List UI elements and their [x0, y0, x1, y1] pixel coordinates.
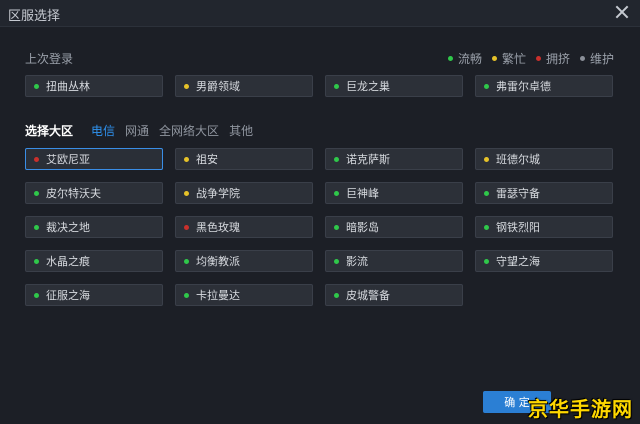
recent-server-item[interactable]: 巨龙之巢 [325, 75, 463, 97]
server-item[interactable]: 诺克萨斯 [325, 148, 463, 170]
status-dot-icon [484, 83, 489, 89]
status-dot-icon [34, 258, 39, 264]
status-dot-icon [34, 292, 39, 298]
legend-label: 流畅 [457, 52, 482, 66]
server-item[interactable]: 班德尔城 [475, 148, 613, 170]
status-dot-icon [484, 224, 489, 230]
legend-label: 繁忙 [501, 52, 526, 66]
legend-item-maintenance: 维护 [579, 50, 614, 67]
server-item[interactable]: 雷瑟守备 [475, 182, 613, 204]
legend-item-smooth: 流畅 [447, 50, 482, 67]
tab-all-network[interactable]: 全网络大区 [159, 122, 219, 139]
legend-label: 维护 [589, 52, 614, 66]
recent-server-item[interactable]: 男爵领域 [175, 75, 313, 97]
region-heading: 选择大区 [25, 124, 74, 138]
region-tabs: 选择大区 电信 网通 全网络大区 其他 [25, 122, 253, 139]
legend-label: 拥挤 [545, 52, 570, 66]
server-name: 雷瑟守备 [496, 187, 540, 200]
server-item[interactable]: 裁决之地 [25, 216, 163, 238]
status-dot-icon [184, 224, 189, 230]
server-item[interactable]: 皮城警备 [325, 284, 463, 306]
server-item[interactable]: 影流 [325, 250, 463, 272]
server-name: 裁决之地 [46, 221, 90, 234]
status-dot-icon [334, 292, 339, 298]
status-dot-icon [484, 258, 489, 264]
status-dot-icon [184, 190, 189, 196]
legend-item-busy: 繁忙 [491, 50, 526, 67]
status-dot-icon [34, 224, 39, 230]
server-item[interactable]: 巨神峰 [325, 182, 463, 204]
status-dot-icon [334, 83, 339, 89]
watermark-logo: 京华手游网 [528, 397, 633, 421]
server-name: 巨神峰 [346, 187, 379, 200]
server-name: 弗雷尔卓德 [496, 80, 551, 93]
server-name: 扭曲丛林 [46, 80, 90, 93]
status-dot-icon [334, 190, 339, 196]
server-item[interactable]: 均衡教派 [175, 250, 313, 272]
server-item[interactable]: 水晶之痕 [25, 250, 163, 272]
server-name: 祖安 [196, 153, 218, 166]
tab-netcom[interactable]: 网通 [125, 122, 149, 139]
status-dot-icon [334, 156, 339, 162]
server-name: 均衡教派 [196, 255, 240, 268]
server-item[interactable]: 钢铁烈阳 [475, 216, 613, 238]
status-dot-icon [34, 190, 39, 196]
server-name: 水晶之痕 [46, 255, 90, 268]
server-name: 巨龙之巢 [346, 80, 390, 93]
status-dot-icon [184, 258, 189, 264]
server-name: 守望之海 [496, 255, 540, 268]
server-name: 钢铁烈阳 [496, 221, 540, 234]
recent-server-item[interactable]: 扭曲丛林 [25, 75, 163, 97]
status-dot-icon [447, 56, 453, 61]
server-item[interactable]: 皮尔特沃夫 [25, 182, 163, 204]
status-dot-icon [184, 156, 189, 162]
server-name: 黑色玫瑰 [196, 221, 240, 234]
server-name: 影流 [346, 255, 368, 268]
tab-other[interactable]: 其他 [229, 122, 253, 139]
server-item[interactable]: 战争学院 [175, 182, 313, 204]
status-dot-icon [184, 292, 189, 298]
server-name: 皮城警备 [346, 289, 390, 302]
status-dot-icon [34, 83, 39, 89]
legend-item-crowded: 拥挤 [535, 50, 570, 67]
status-dot-icon [491, 56, 497, 61]
server-name: 班德尔城 [496, 153, 540, 166]
server-item[interactable]: 祖安 [175, 148, 313, 170]
status-dot-icon [334, 258, 339, 264]
close-icon[interactable] [614, 4, 630, 20]
tab-telecom[interactable]: 电信 [91, 122, 115, 139]
server-name: 诺克萨斯 [346, 153, 390, 166]
window-title: 区服选择 [8, 9, 61, 24]
status-dot-icon [184, 83, 189, 89]
server-item[interactable]: 守望之海 [475, 250, 613, 272]
server-name: 皮尔特沃夫 [46, 187, 101, 200]
status-dot-icon [334, 224, 339, 230]
status-dot-icon [535, 56, 541, 61]
status-dot-icon [579, 56, 585, 61]
status-dot-icon [484, 190, 489, 196]
status-dot-icon [484, 156, 489, 162]
server-item[interactable]: 黑色玫瑰 [175, 216, 313, 238]
recent-login-label: 上次登录 [25, 52, 74, 66]
server-item[interactable]: 艾欧尼亚 [25, 148, 163, 170]
server-item[interactable]: 卡拉曼达 [175, 284, 313, 306]
server-name: 艾欧尼亚 [46, 153, 90, 166]
server-name: 卡拉曼达 [196, 289, 240, 302]
server-item[interactable]: 征服之海 [25, 284, 163, 306]
server-item[interactable]: 暗影岛 [325, 216, 463, 238]
server-name: 男爵领域 [196, 80, 240, 93]
server-name: 征服之海 [46, 289, 90, 302]
title-bar: 区服选择 [0, 0, 640, 27]
server-name: 战争学院 [196, 187, 240, 200]
server-name: 暗影岛 [346, 221, 379, 234]
recent-server-item[interactable]: 弗雷尔卓德 [475, 75, 613, 97]
status-legend: 流畅 繁忙 拥挤 维护 [447, 50, 614, 67]
status-dot-icon [34, 156, 39, 162]
